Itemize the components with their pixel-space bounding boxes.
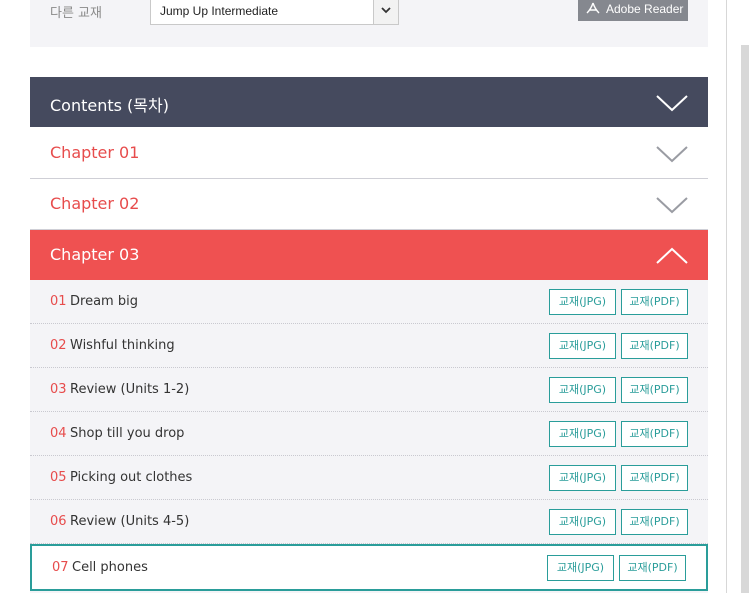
unit-number: 07 — [52, 560, 69, 575]
unit-number: 02 — [50, 338, 67, 353]
chevron-down-icon — [656, 95, 688, 112]
chapter-label: Chapter 02 — [50, 194, 140, 213]
chapter-label: Chapter 03 — [50, 245, 140, 264]
textbook-pdf-button[interactable]: 교재(PDF) — [621, 333, 688, 359]
unit-title: Review (Units 1-2) — [70, 382, 190, 397]
textbook-pdf-button[interactable]: 교재(PDF) — [621, 509, 688, 535]
unit-list: 01 Dream big 교재(JPG) 교재(PDF) 02 Wishful … — [30, 280, 708, 593]
textbook-pdf-button[interactable]: 교재(PDF) — [621, 377, 688, 403]
textbook-jpg-button[interactable]: 교재(JPG) — [549, 289, 616, 315]
unit-row-06: 06 Review (Units 4-5) 교재(JPG) 교재(PDF) — [30, 500, 708, 544]
book-select[interactable]: Jump Up Intermediate — [150, 0, 399, 25]
unit-row-04: 04 Shop till you drop 교재(JPG) 교재(PDF) — [30, 412, 708, 456]
chapter-03-row[interactable]: Chapter 03 — [30, 230, 708, 280]
chevron-down-icon — [656, 197, 688, 214]
unit-title: Wishful thinking — [70, 338, 175, 353]
unit-number: 04 — [50, 426, 67, 441]
textbook-jpg-button[interactable]: 교재(JPG) — [549, 509, 616, 535]
chapter-label: Chapter 01 — [50, 143, 140, 162]
textbook-pdf-button[interactable]: 교재(PDF) — [621, 289, 688, 315]
adobe-reader-button[interactable]: Adobe Reader — [578, 0, 688, 21]
chapter-02-row[interactable]: Chapter 02 — [30, 179, 708, 230]
unit-number: 03 — [50, 382, 67, 397]
background-page-edge — [726, 0, 749, 593]
chevron-up-icon — [656, 247, 688, 264]
contents-header[interactable]: Contents (목차) — [30, 77, 708, 127]
unit-title: Picking out clothes — [70, 470, 193, 485]
textbook-jpg-button[interactable]: 교재(JPG) — [547, 555, 614, 581]
unit-row-01: 01 Dream big 교재(JPG) 교재(PDF) — [30, 280, 708, 324]
unit-number: 05 — [50, 470, 67, 485]
edge-strip — [741, 45, 749, 593]
unit-row-07[interactable]: 07 Cell phones 교재(JPG) 교재(PDF) — [30, 544, 708, 591]
textbook-pdf-button[interactable]: 교재(PDF) — [619, 555, 686, 581]
contents-title: Contents (목차) — [50, 96, 169, 115]
textbook-pdf-button[interactable]: 교재(PDF) — [621, 421, 688, 447]
textbook-jpg-button[interactable]: 교재(JPG) — [549, 333, 616, 359]
adobe-reader-label: Adobe Reader — [606, 2, 684, 16]
unit-number: 01 — [50, 294, 67, 309]
chapter-01-row[interactable]: Chapter 01 — [30, 128, 708, 179]
textbook-jpg-button[interactable]: 교재(JPG) — [549, 465, 616, 491]
unit-title: Dream big — [70, 294, 138, 309]
chevron-down-icon — [381, 7, 391, 14]
other-book-label: 다른 교재 — [50, 6, 102, 21]
unit-row-05: 05 Picking out clothes 교재(JPG) 교재(PDF) — [30, 456, 708, 500]
unit-title: Shop till you drop — [70, 426, 185, 441]
unit-title: Cell phones — [72, 560, 148, 575]
textbook-pdf-button[interactable]: 교재(PDF) — [621, 465, 688, 491]
select-arrow-button[interactable] — [373, 0, 398, 24]
textbook-jpg-button[interactable]: 교재(JPG) — [549, 421, 616, 447]
unit-row-03: 03 Review (Units 1-2) 교재(JPG) 교재(PDF) — [30, 368, 708, 412]
unit-row-02: 02 Wishful thinking 교재(JPG) 교재(PDF) — [30, 324, 708, 368]
unit-number: 06 — [50, 514, 67, 529]
adobe-icon — [586, 2, 600, 14]
chevron-down-icon — [656, 146, 688, 163]
textbook-jpg-button[interactable]: 교재(JPG) — [549, 377, 616, 403]
unit-title: Review (Units 4-5) — [70, 514, 190, 529]
book-select-value: Jump Up Intermediate — [160, 4, 279, 18]
book-selector-bar: 다른 교재 Jump Up Intermediate Adobe Reader — [30, 0, 708, 47]
